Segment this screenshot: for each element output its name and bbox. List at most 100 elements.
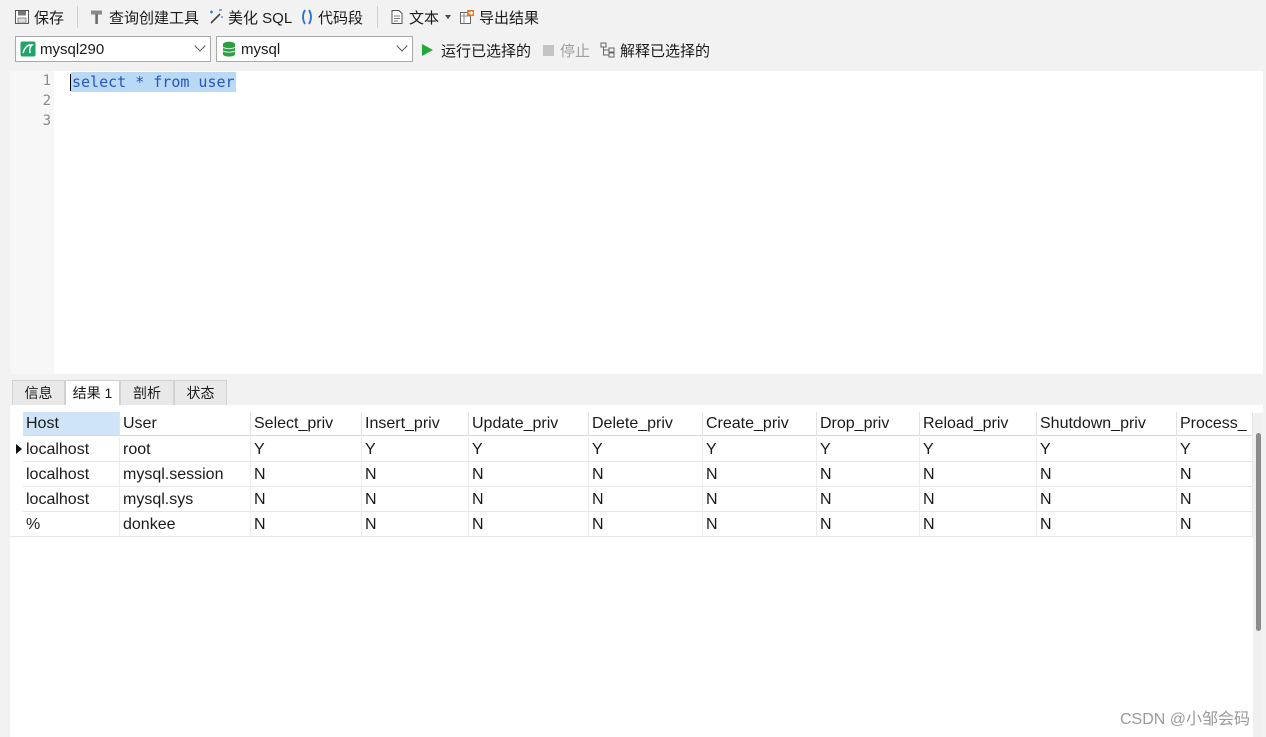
table-cell[interactable]: N — [703, 462, 817, 487]
table-cell[interactable]: % — [23, 512, 120, 537]
column-header[interactable]: Create_priv — [703, 412, 817, 436]
table-cell[interactable]: N — [817, 512, 920, 537]
result-tabs: 信息 结果 1 剖析 状态 — [10, 378, 1263, 406]
export-results-button[interactable]: 导出结果 — [459, 6, 539, 28]
query-builder-label: 查询创建工具 — [109, 9, 200, 27]
dropdown-arrow-icon — [445, 15, 452, 19]
beautify-sql-label: 美化 SQL — [228, 9, 293, 27]
table-cell[interactable]: Y — [1037, 437, 1177, 462]
toolbar: 保存 查询创建工具 美化 SQL 代码段 文本 导出结果 — [0, 0, 1266, 33]
table-cell[interactable]: Y — [362, 437, 469, 462]
current-row-indicator-icon — [16, 444, 22, 454]
code-snippet-button[interactable]: 代码段 — [300, 6, 363, 28]
stop-label: 停止 — [560, 42, 591, 60]
tab-info[interactable]: 信息 — [12, 380, 65, 405]
table-cell[interactable]: Y — [469, 437, 589, 462]
table-cell[interactable]: localhost — [23, 437, 120, 462]
database-icon — [221, 41, 237, 57]
tab-status[interactable]: 状态 — [174, 380, 227, 405]
column-header[interactable]: Process_ — [1177, 412, 1253, 436]
table-cell[interactable]: N — [362, 462, 469, 487]
table-cell[interactable]: mysql.session — [120, 462, 251, 487]
table-cell[interactable]: N — [469, 487, 589, 512]
table-cell[interactable]: N — [589, 462, 703, 487]
column-header[interactable]: Select_priv — [251, 412, 362, 436]
table-cell[interactable]: N — [920, 487, 1037, 512]
table-cell[interactable]: root — [120, 437, 251, 462]
database-name: mysql — [241, 40, 281, 58]
run-selected-button[interactable]: 运行已选择的 — [422, 40, 531, 60]
parentheses-icon — [300, 9, 314, 25]
table-cell[interactable]: N — [1177, 512, 1253, 537]
table-cell[interactable]: Y — [703, 437, 817, 462]
table-cell[interactable]: N — [469, 462, 589, 487]
table-cell[interactable]: N — [1037, 487, 1177, 512]
stop-button[interactable]: 停止 — [543, 40, 590, 60]
explain-selected-button[interactable]: 解释已选择的 — [600, 40, 710, 60]
table-cell[interactable]: N — [251, 462, 362, 487]
table-cell[interactable]: Y — [920, 437, 1037, 462]
table-cell[interactable]: Y — [251, 437, 362, 462]
run-selected-label: 运行已选择的 — [441, 42, 532, 60]
table-cell[interactable]: N — [703, 487, 817, 512]
explain-icon — [600, 42, 618, 58]
table-cell[interactable]: N — [1037, 512, 1177, 537]
table-cell[interactable]: localhost — [23, 487, 120, 512]
column-header[interactable]: Delete_priv — [589, 412, 703, 436]
database-select[interactable]: mysql — [216, 36, 413, 62]
line-number: 3 — [42, 113, 51, 129]
table-cell[interactable]: N — [703, 512, 817, 537]
mysql-server-icon — [20, 41, 36, 57]
table-cell[interactable]: N — [362, 487, 469, 512]
table-cell[interactable]: N — [920, 462, 1037, 487]
table-cell[interactable]: N — [251, 512, 362, 537]
column-header[interactable]: Shutdown_priv — [1037, 412, 1177, 436]
code-snippet-label: 代码段 — [318, 9, 364, 27]
column-header[interactable]: User — [120, 412, 251, 436]
table-cell[interactable]: N — [817, 487, 920, 512]
magic-wand-icon — [208, 9, 224, 25]
line-number: 1 — [42, 73, 51, 89]
text-mode-button[interactable]: 文本 — [389, 6, 452, 28]
line-number: 2 — [42, 93, 51, 109]
vertical-scrollbar[interactable] — [1253, 413, 1263, 737]
column-header[interactable]: Reload_priv — [920, 412, 1037, 436]
column-header[interactable]: Host — [23, 412, 120, 436]
document-icon — [389, 9, 405, 25]
text-caret — [70, 74, 71, 91]
table-cell[interactable]: Y — [817, 437, 920, 462]
column-header[interactable]: Drop_priv — [817, 412, 920, 436]
table-cell[interactable]: Y — [589, 437, 703, 462]
beautify-sql-button[interactable]: 美化 SQL — [208, 6, 292, 28]
export-icon — [459, 9, 475, 25]
table-cell[interactable]: N — [920, 512, 1037, 537]
table-cell[interactable]: N — [1177, 462, 1253, 487]
sql-code-line[interactable]: select * from user — [71, 72, 236, 92]
table-cell[interactable]: donkee — [120, 512, 251, 537]
table-cell[interactable]: localhost — [23, 462, 120, 487]
table-cell[interactable]: N — [251, 487, 362, 512]
sql-editor[interactable]: 1 2 3 select * from user — [10, 71, 1263, 374]
export-results-label: 导出结果 — [479, 9, 540, 27]
scrollbar-thumb[interactable] — [1256, 433, 1261, 631]
table-cell[interactable]: N — [817, 462, 920, 487]
connection-select[interactable]: mysql290 — [15, 36, 211, 62]
column-header[interactable]: Insert_priv — [362, 412, 469, 436]
table-cell[interactable]: N — [362, 512, 469, 537]
table-cell[interactable]: N — [1037, 462, 1177, 487]
table-cell[interactable]: N — [469, 512, 589, 537]
table-cell[interactable]: Y — [1177, 437, 1253, 462]
save-button[interactable]: 保存 — [14, 6, 64, 28]
table-cell[interactable]: mysql.sys — [120, 487, 251, 512]
query-builder-button[interactable]: 查询创建工具 — [89, 6, 199, 28]
toolbar-divider — [377, 6, 378, 28]
column-header[interactable]: Update_priv — [469, 412, 589, 436]
tab-result-1[interactable]: 结果 1 — [65, 380, 120, 406]
result-grid[interactable]: Host User Select_priv Insert_priv Update_pri… — [10, 405, 1263, 737]
table-cell[interactable]: N — [1177, 487, 1253, 512]
table-cell[interactable]: N — [589, 487, 703, 512]
text-mode-label: 文本 — [409, 9, 440, 27]
table-cell[interactable]: N — [589, 512, 703, 537]
tab-profile[interactable]: 剖析 — [120, 380, 174, 405]
chevron-down-icon — [194, 40, 206, 52]
